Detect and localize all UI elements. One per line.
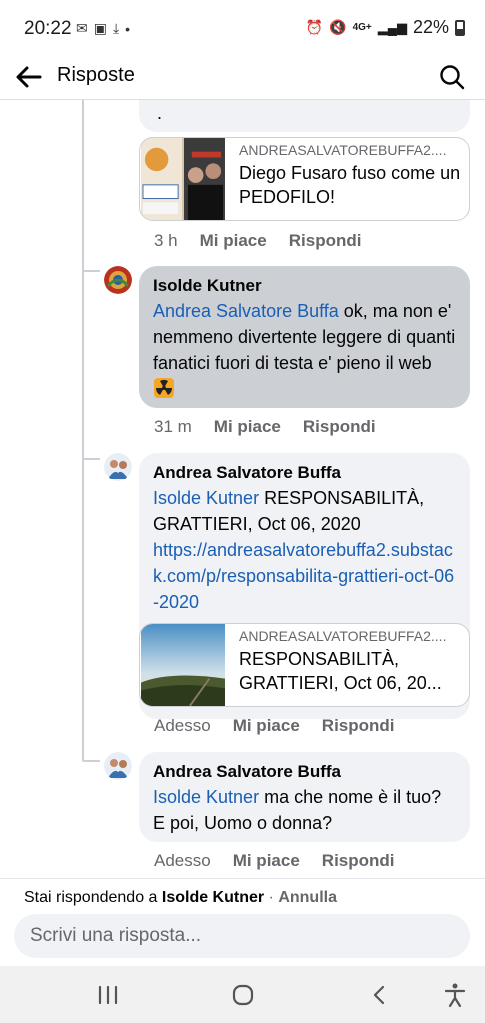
- replying-to-banner: Stai rispondendo a Isolde Kutner · Annul…: [24, 889, 337, 907]
- comment-author[interactable]: Andrea Salvatore Buffa: [153, 760, 456, 784]
- avatar[interactable]: [104, 453, 132, 481]
- comment-actions: Adesso Mi piace Rispondi: [154, 851, 395, 871]
- avatar[interactable]: [104, 266, 132, 294]
- app-header: Risposte: [0, 56, 485, 100]
- reply-input[interactable]: [14, 914, 470, 958]
- comment-actions: Adesso Mi piace Rispondi: [154, 716, 395, 736]
- avatar-image: [104, 453, 132, 481]
- comment-author[interactable]: Isolde Kutner: [153, 274, 456, 298]
- comment-body: Isolde Kutner RESPONSABILITÀ, GRATTIERI,…: [153, 485, 456, 615]
- thread-connector: [82, 270, 100, 272]
- mention-link[interactable]: Isolde Kutner: [153, 488, 259, 508]
- chevron-left-icon: [373, 985, 385, 1005]
- reply-button[interactable]: Rispondi: [322, 851, 395, 871]
- link-preview-card[interactable]: ANDREASALVATOREBUFFA2.... RESPONSABILITÀ…: [139, 623, 470, 707]
- like-button[interactable]: Mi piace: [233, 851, 300, 871]
- comment-time: 31 m: [154, 417, 192, 436]
- avatar-image: [104, 266, 132, 294]
- back-button[interactable]: [12, 60, 46, 94]
- accessibility-button[interactable]: [440, 980, 470, 1010]
- dot-icon: •: [125, 20, 131, 37]
- like-button[interactable]: Mi piace: [214, 417, 281, 437]
- link-title: Diego Fusaro fuso come un PEDOFILO!: [239, 163, 461, 207]
- page-title: Risposte: [57, 64, 135, 86]
- comment-time: Adesso: [154, 851, 211, 870]
- mention-link[interactable]: Isolde Kutner: [153, 787, 259, 807]
- signal-icon: ▂▄▆: [377, 19, 407, 35]
- replying-separator: ·: [264, 889, 279, 906]
- image-icon: ▣: [93, 20, 107, 36]
- url-link[interactable]: https://andreasalvatorebuffa2.substack.c…: [153, 537, 456, 615]
- thread-line: [82, 700, 84, 760]
- system-icons: ⏰ 🔇 4G+ ▂▄▆ 22%: [306, 17, 465, 38]
- alarm-icon: ⏰: [305, 19, 324, 35]
- battery-level: 22%: [412, 17, 449, 37]
- mention-link[interactable]: Andrea Salvatore Buffa: [153, 301, 339, 321]
- cancel-reply-button[interactable]: Annulla: [278, 889, 337, 906]
- like-button[interactable]: Mi piace: [200, 231, 267, 251]
- link-preview-card[interactable]: ANDREASALVATOREBUFFA2.... Diego Fusaro f…: [139, 137, 470, 221]
- gmail-icon: ✉: [76, 20, 88, 36]
- status-bar: 20:22 ✉ ▣ ⤓ • ⏰ 🔇 4G+ ▂▄▆ 22%: [0, 0, 485, 56]
- comment-text: .: [157, 103, 163, 123]
- reply-button[interactable]: Rispondi: [303, 417, 376, 437]
- reply-button[interactable]: Rispondi: [322, 716, 395, 736]
- search-button[interactable]: [435, 60, 469, 94]
- battery-icon: [455, 19, 465, 36]
- nav-back-button[interactable]: [364, 980, 394, 1010]
- radioactive-emoji-icon: [154, 378, 174, 398]
- comment-time: Adesso: [154, 716, 211, 735]
- mute-icon: 🔇: [329, 19, 347, 35]
- link-domain: ANDREASALVATOREBUFFA2....: [239, 628, 447, 644]
- comment-time: 3 h: [154, 231, 178, 250]
- home-icon: [232, 984, 254, 1006]
- home-button[interactable]: [228, 980, 258, 1010]
- reply-composer: Stai rispondendo a Isolde Kutner · Annul…: [0, 878, 485, 966]
- recent-apps-icon: [98, 985, 118, 1005]
- replying-prefix: Stai rispondendo a: [24, 889, 162, 906]
- avatar[interactable]: [104, 752, 132, 780]
- notification-icons: ✉ ▣ ⤓ •: [76, 20, 130, 37]
- link-thumbnail: [141, 138, 225, 220]
- recent-apps-button[interactable]: [93, 980, 123, 1010]
- replying-target: Isolde Kutner: [161, 889, 265, 906]
- thread-connector: [82, 458, 100, 460]
- arrow-left-icon: [16, 66, 42, 88]
- thread-connector: [82, 760, 100, 762]
- download-done-icon: ⤓: [112, 20, 120, 36]
- accessibility-icon: [444, 983, 466, 1008]
- comment-bubble[interactable]: Andrea Salvatore Buffa Isolde Kutner ma …: [139, 752, 470, 842]
- reply-button[interactable]: Rispondi: [289, 231, 362, 251]
- status-time: 20:22: [24, 18, 72, 39]
- comment-author[interactable]: Andrea Salvatore Buffa: [153, 461, 456, 485]
- replies-feed[interactable]: . ANDREASALVATOREBUFFA2.... Diego Fusaro…: [0, 100, 485, 878]
- comment-bubble[interactable]: .: [139, 100, 470, 132]
- comment-actions: 3 h Mi piace Rispondi: [154, 231, 361, 251]
- system-nav-bar: [0, 966, 485, 1023]
- link-title: RESPONSABILITÀ, GRATTIERI, Oct 06, 20...: [239, 649, 442, 693]
- like-button[interactable]: Mi piace: [233, 716, 300, 736]
- avatar-image: [104, 752, 132, 780]
- thread-line: [82, 100, 84, 760]
- comment-actions: 31 m Mi piace Rispondi: [154, 417, 376, 437]
- comment-bubble[interactable]: Isolde Kutner Andrea Salvatore Buffa ok,…: [139, 266, 470, 408]
- comment-body: Andrea Salvatore Buffa ok, ma non e' nem…: [153, 298, 456, 402]
- network-type: 4G+: [352, 22, 372, 33]
- link-domain: ANDREASALVATOREBUFFA2....: [239, 142, 447, 158]
- link-thumbnail: [141, 624, 225, 706]
- search-icon: [440, 65, 465, 90]
- comment-body: Isolde Kutner ma che nome è il tuo? E po…: [153, 784, 456, 836]
